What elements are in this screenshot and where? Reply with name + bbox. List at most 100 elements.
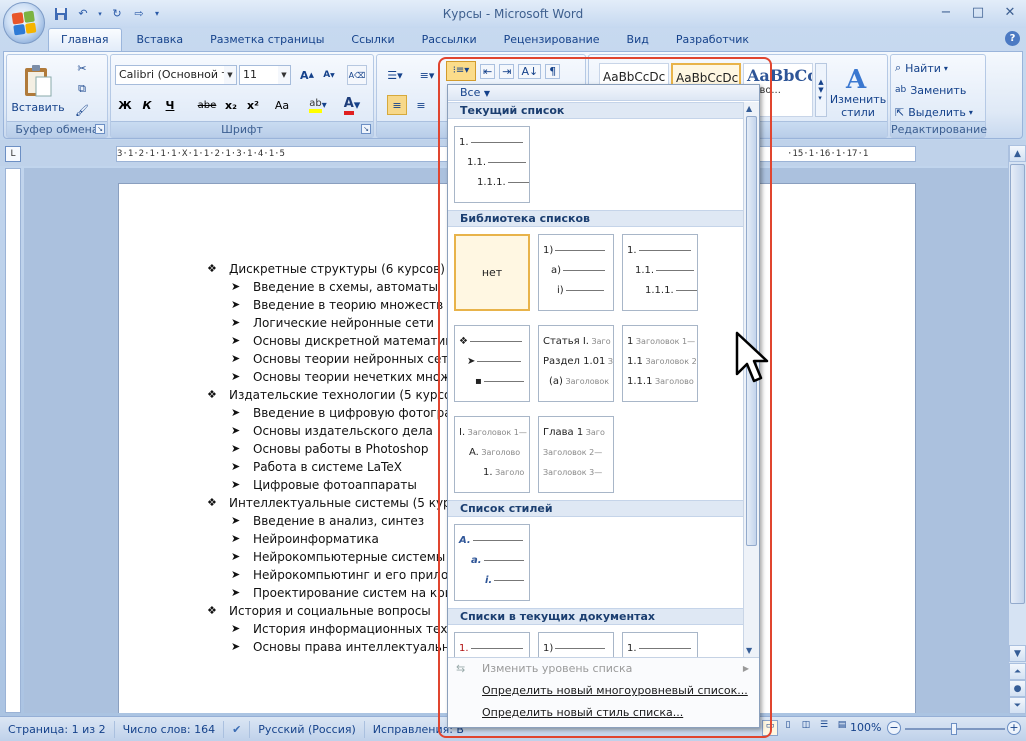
bold-button[interactable]: Ж (115, 95, 135, 115)
proofing-icon[interactable]: ✔ (224, 720, 251, 738)
chevron-down-icon[interactable]: ▼ (224, 66, 236, 84)
find-button[interactable]: ⌕ Найти ▾ (895, 59, 983, 77)
change-list-level-item[interactable]: ⇆ Изменить уровень списка ▶ (448, 658, 759, 680)
prev-page-icon[interactable]: ⏶ (1009, 663, 1026, 680)
list-tile-heading-numbered[interactable]: 1 Заголовок 1— 1.1 Заголовок 2 1.1.1 Заг… (622, 325, 698, 402)
highlight-color-icon[interactable]: ab ▾ (303, 95, 333, 115)
gallery-scroll-up-icon[interactable]: ▲ (746, 104, 752, 113)
help-icon[interactable]: ? (1005, 31, 1020, 46)
outline-icon[interactable]: ☰ (816, 720, 832, 736)
find-label: Найти (905, 61, 941, 75)
underline-button[interactable]: Ч (159, 95, 181, 115)
superscript-button[interactable]: x² (243, 95, 263, 115)
office-button[interactable] (3, 2, 45, 44)
list-tile-none[interactable]: нет (454, 234, 530, 311)
arrow-bullet-icon: ➤ (231, 478, 241, 491)
list-tile-style-italic[interactable]: A. a. i. (454, 524, 530, 601)
doc-list-item-text: Основы теории нечетких множеств (253, 370, 480, 384)
shrink-font-icon[interactable]: A ▼ (319, 65, 339, 85)
cut-icon[interactable]: ✂ (73, 59, 91, 77)
styles-gallery-scroll[interactable]: ▲ ▼ ▾ (815, 63, 827, 117)
list-tile-current[interactable]: 1. 1.1. 1.1.1. (454, 126, 530, 203)
tab-review[interactable]: Рецензирование (492, 29, 612, 51)
tab-developer[interactable]: Разработчик (664, 29, 761, 51)
grow-font-icon[interactable]: A ▲ (297, 65, 317, 85)
arrow-bullet-icon: ➤ (231, 532, 241, 545)
section-current-list: Текущий список (448, 102, 745, 119)
tab-view[interactable]: Вид (615, 29, 661, 51)
show-formatting-icon[interactable]: ¶ (545, 64, 561, 79)
multilevel-list-button[interactable]: ⁝≡▾ (446, 61, 476, 81)
maximize-button[interactable]: □ (962, 0, 994, 24)
tab-selector-icon[interactable]: L (5, 146, 21, 162)
web-layout-icon[interactable]: ◫ (798, 720, 814, 736)
list-tile-numbered[interactable]: 1. 1.1. 1.1.1. (622, 234, 698, 311)
vertical-scrollbar[interactable]: ▲ ▼ ⏶ ● ⏷ (1008, 145, 1026, 714)
tab-insert[interactable]: Вставка (125, 29, 196, 51)
tab-mailings[interactable]: Рассылки (410, 29, 489, 51)
gallery-scroll-down-icon[interactable]: ▼ (746, 646, 752, 655)
italic-button[interactable]: К (137, 95, 157, 115)
list-tile-doc-paren[interactable]: 1) a) i) (538, 632, 614, 657)
scroll-down-icon[interactable]: ▼ (1009, 645, 1026, 662)
change-styles-button[interactable]: A Изменить стили (829, 59, 887, 123)
full-screen-icon[interactable]: ▯ (780, 720, 796, 736)
zoom-slider[interactable] (905, 723, 1005, 735)
format-painter-icon[interactable]: 🖌 (73, 101, 91, 119)
status-language[interactable]: Русский (Россия) (250, 720, 365, 738)
sort-icon[interactable]: A↓ (518, 64, 542, 79)
list-tile-roman-heading[interactable]: I. Заголовок 1— A. Заголово 1. Заголо (454, 416, 530, 493)
replace-button[interactable]: ab Заменить (895, 81, 983, 99)
paste-button[interactable]: Вставить (11, 57, 65, 119)
tab-page-layout[interactable]: Разметка страницы (198, 29, 336, 51)
bullets-icon[interactable]: ☰▾ (381, 65, 409, 85)
scroll-up-icon[interactable]: ▲ (1009, 145, 1026, 162)
increase-indent-icon[interactable]: ⇥ (499, 64, 515, 79)
select-pointer-icon: ⇱ (895, 105, 905, 119)
subscript-button[interactable]: x₂ (221, 95, 241, 115)
gallery-filter[interactable]: Все ▼ (448, 85, 759, 101)
scroll-thumb[interactable] (1010, 164, 1025, 604)
list-tile-doc-numbered[interactable]: 1. 1.1. 1.1.1. (622, 632, 698, 657)
define-new-multilevel-list-item[interactable]: Определить новый многоуровневый список..… (448, 680, 759, 702)
copy-icon[interactable]: ⧉ (73, 80, 91, 98)
change-case-button[interactable]: Aa (267, 95, 297, 115)
list-tile-paren-letters[interactable]: 1) a) i) (538, 234, 614, 311)
select-button[interactable]: ⇱ Выделить ▾ (895, 103, 983, 121)
arrow-bullet-icon: ➤ (231, 514, 241, 527)
browse-object-icon[interactable]: ● (1009, 680, 1026, 697)
font-color-icon[interactable]: A ▾ (337, 95, 367, 115)
align-center-icon[interactable]: ≡ (411, 95, 431, 115)
font-name-combo[interactable]: Calibri (Основной те ▼ (115, 65, 237, 85)
define-new-list-style-item[interactable]: Определить новый стиль списка... (448, 702, 759, 724)
strikethrough-button[interactable]: abe (195, 95, 219, 115)
clipboard-launcher-icon[interactable]: ↘ (95, 124, 105, 134)
chevron-down-icon[interactable]: ▼ (278, 66, 290, 84)
close-button[interactable]: ✕ (994, 0, 1026, 24)
zoom-out-icon[interactable]: − (887, 721, 901, 735)
list-tile-bullets[interactable]: ❖ ➤ ▪ (454, 325, 530, 402)
list-tile-doc-red[interactable]: 1. 1.1. 1.1.1. (454, 632, 530, 657)
minimize-button[interactable]: − (930, 0, 962, 24)
tab-home[interactable]: Главная (48, 28, 122, 51)
clear-format-icon[interactable]: A⌫ (347, 65, 367, 85)
gallery-scroll-area: Текущий список 1. 1.1. 1.1.1. Библиотека… (448, 102, 745, 657)
draft-icon[interactable]: ▤ (834, 720, 850, 736)
arrow-bullet-icon: ➤ (231, 640, 241, 653)
print-layout-icon[interactable]: ▭ (762, 720, 778, 736)
font-size-combo[interactable]: 11 ▼ (239, 65, 291, 85)
next-page-icon[interactable]: ⏷ (1009, 697, 1026, 714)
list-tile-article[interactable]: Статья I. Заго Раздел 1.01 З (a) Заголов… (538, 325, 614, 402)
decrease-indent-icon[interactable]: ⇤ (480, 64, 496, 79)
vertical-ruler[interactable] (5, 168, 21, 713)
tab-references[interactable]: Ссылки (339, 29, 406, 51)
align-left-icon[interactable]: ≡ (387, 95, 407, 115)
zoom-in-icon[interactable]: + (1007, 721, 1021, 735)
status-page[interactable]: Страница: 1 из 2 (0, 720, 115, 738)
list-tile-chapter[interactable]: Глава 1 Заго Заголовок 2— Заголовок 3— (538, 416, 614, 493)
office-logo-icon (11, 10, 37, 36)
font-launcher-icon[interactable]: ↘ (361, 124, 371, 134)
zoom-level[interactable]: 100% (850, 721, 881, 734)
numbering-icon[interactable]: ≡▾ (413, 65, 441, 85)
status-words[interactable]: Число слов: 164 (115, 720, 225, 738)
